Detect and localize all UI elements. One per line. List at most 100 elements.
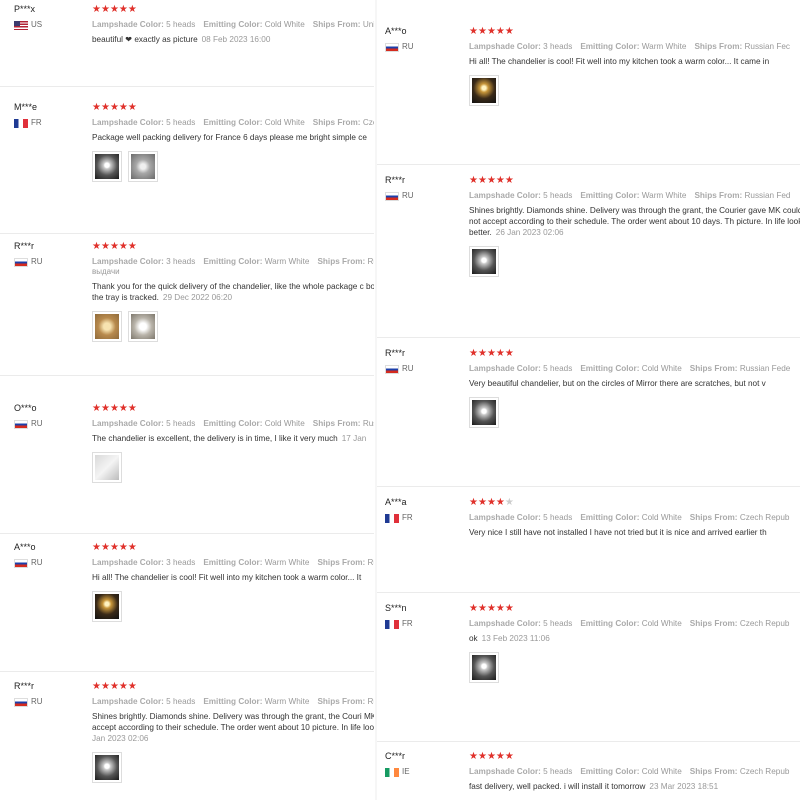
star-icon: ★ [100,102,110,113]
attribute-label-emitting: Emitting Color: [203,20,263,29]
flag-fr-icon [14,118,28,128]
star-icon: ★ [495,348,505,359]
review-photo-thumbnail[interactable] [92,752,122,783]
chandelier-photo [95,755,119,780]
review-text: Package well packing delivery for France… [92,132,374,143]
chandelier-photo [95,594,119,619]
star-icon: ★ [486,751,496,762]
reviewer-info: A***o RU [14,542,84,568]
reviewer-info: A***a FR [385,497,455,523]
reviewer-country: RU [14,257,84,267]
star-rating: ★★★★★ [469,751,800,763]
attribute-label-lampshade: Lampshade Color: [469,619,541,628]
attribute-label-emitting: Emitting Color: [580,513,640,522]
product-attributes: Lampshade Color: 5 heads Emitting Color: … [469,190,800,201]
reviewer-name: R***r [14,241,35,251]
star-icon: ★ [92,102,101,113]
product-attributes: Lampshade Color: 5 heads Emitting Color: … [469,618,800,629]
star-icon: ★ [127,102,137,113]
star-icon: ★ [469,603,478,614]
attribute-label-emitting: Emitting Color: [203,118,263,127]
review-photo-thumbnail[interactable] [469,652,499,683]
review-photo-thumbnail[interactable] [128,151,158,182]
chandelier-photo [472,400,496,425]
star-rating: ★★★★★ [469,603,800,615]
review-content: ★★★★★ Lampshade Color: 5 heads Emitting Co… [92,4,374,45]
flag-ru-icon [385,191,399,201]
reviewer-name: O***o [14,403,37,413]
review-text: Shines brightly. Diamonds shine. Deliver… [469,205,800,238]
right-review-column: A***o RU ★★★★★ Lampshade Color: 3 heads Emit… [377,0,800,800]
review-date: 17 Jan [341,434,367,443]
attribute-value-lampshade: 3 heads [166,558,196,567]
flag-ru-icon [14,257,28,267]
attribute-value-emitting: Cold White [641,767,682,776]
country-code: IE [402,767,410,776]
review-photos [469,75,800,106]
attribute-value-lampshade: 5 heads [543,191,573,200]
reviewer-name: A***o [385,26,407,36]
review-photo-thumbnail[interactable] [469,75,499,106]
reviewer-info: M***e FR [14,102,84,128]
reviewer-info: R***r RU [14,241,84,267]
review-date: 23 Mar 2023 18:51 [649,782,719,791]
star-icon: ★ [477,175,487,186]
review-photo-thumbnail[interactable] [128,311,158,342]
reviewer-info: R***r RU [385,348,455,374]
attribute-label-ships: Ships From: [689,513,738,522]
attribute-value-lampshade: 5 heads [166,697,196,706]
star-icon: ★ [118,542,128,553]
attribute-value-lampshade: 5 heads [543,364,573,373]
review-photo-thumbnail[interactable] [92,311,122,342]
attribute-label-emitting: Emitting Color: [580,191,640,200]
review-photo-thumbnail[interactable] [92,151,122,182]
review-photo-thumbnail[interactable] [469,397,499,428]
star-icon: ★ [486,348,496,359]
review-photo-thumbnail[interactable] [92,452,122,483]
star-rating: ★★★★★ [92,4,374,16]
attribute-value-ships: Russ [362,419,374,428]
review-text: Very nice I still have not installed I h… [469,527,800,538]
review-content: ★★★★★ Lampshade Color: 5 heads Emitting Co… [469,175,800,277]
attribute-value-lampshade: 5 heads [166,118,196,127]
star-icon: ★ [486,175,496,186]
star-icon: ★ [127,241,137,252]
star-icon: ★ [477,751,487,762]
flag-ie-icon [385,767,399,777]
product-attributes: Lampshade Color: 5 heads Emitting Color: … [469,766,800,777]
star-icon: ★ [100,681,110,692]
attribute-label-ships: Ships From: [317,257,366,266]
star-icon: ★ [92,681,101,692]
star-icon: ★ [469,175,478,186]
reviewer-country: RU [14,558,84,568]
attribute-label-emitting: Emitting Color: [580,364,640,373]
country-code: RU [31,257,43,266]
star-icon: ★ [477,348,487,359]
attribute-value-ships: Russian Fec [744,42,791,51]
attribute-value-ships: Czech Repub [739,513,790,522]
review-photos [469,652,800,683]
attribute-label-lampshade: Lampshade Color: [92,118,164,127]
star-icon: ★ [118,241,128,252]
star-rating: ★★★★★ [92,542,374,554]
attribute-label-lampshade: Lampshade Color: [92,558,164,567]
review-content: ★★★★★ Lampshade Color: 3 heads Emitting Co… [469,26,800,106]
review-photo-thumbnail[interactable] [469,246,499,277]
reviewer-name: A***a [385,497,407,507]
review-photo-thumbnail[interactable] [92,591,122,622]
product-attributes: Lampshade Color: 5 heads Emitting Color: … [92,117,374,128]
review-content: ★★★★★ Lampshade Color: 5 heads Emitting Co… [92,681,374,783]
star-icon: ★ [92,4,101,15]
review-separator [0,533,374,534]
review-photos [92,752,374,783]
product-attributes: Lampshade Color: 5 heads Emitting Color: … [469,363,800,374]
attribute-value-ships: Russian Fed [744,191,791,200]
attribute-value-lampshade: 3 heads [166,257,196,266]
star-rating: ★★★★★ [92,681,374,693]
reviewer-name: R***r [385,348,406,358]
reviewer-country: FR [385,513,455,523]
product-attributes: Lampshade Color: 5 heads Emitting Color: … [92,418,374,429]
star-icon: ★ [477,603,487,614]
reviewer-country: RU [14,419,84,429]
review-text: Very beautiful chandelier, but on the ci… [469,378,800,389]
